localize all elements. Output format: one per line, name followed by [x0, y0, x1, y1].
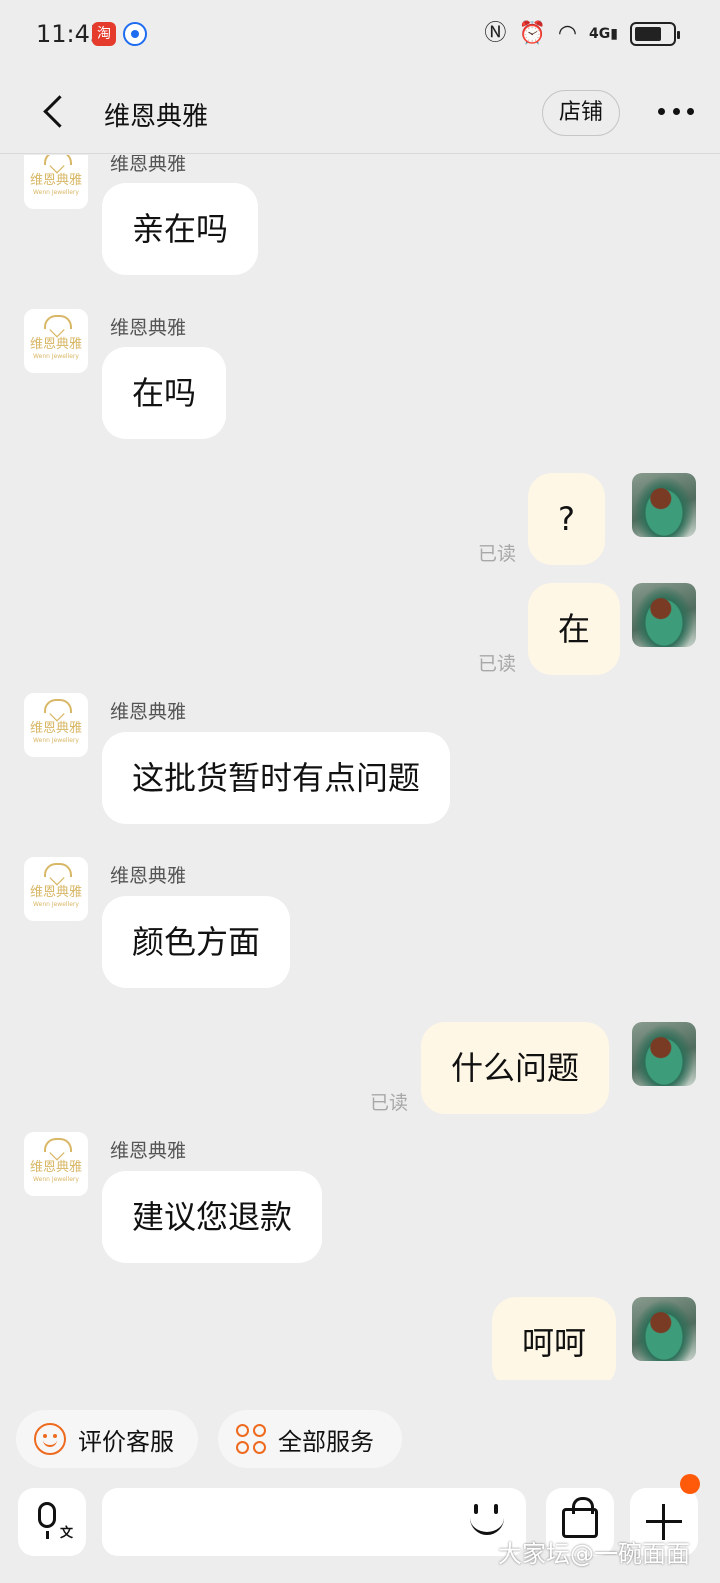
message-bubble-outgoing[interactable]: 什么问题: [421, 1022, 610, 1114]
shop-logo-text: 维恩典雅: [29, 173, 82, 188]
user-avatar[interactable]: [632, 473, 696, 537]
shop-logo-text: 维恩典雅: [29, 885, 82, 900]
signal-4g-icon: 4G▮: [589, 26, 618, 42]
page-title: 维恩典雅: [104, 102, 209, 132]
shop-logo-icon: [41, 699, 72, 719]
nfc-icon: Ⓝ: [484, 21, 507, 46]
sender-name: 维恩典雅: [110, 317, 187, 339]
read-status: 已读: [478, 653, 517, 675]
shop-logo-sub: Wenn Jewellery: [33, 1176, 79, 1183]
shop-logo-text: 维恩典雅: [29, 1160, 82, 1175]
shop-logo-sub: Wenn Jewellery: [33, 189, 79, 196]
sender-name: 维恩典雅: [110, 701, 187, 723]
wifi-icon: ◠: [557, 21, 578, 46]
shop-logo-text: 维恩典雅: [29, 721, 82, 736]
shop-avatar[interactable]: 维恩典雅 Wenn Jewellery: [24, 155, 88, 209]
message-list[interactable]: 维恩典雅 Wenn Jewellery 维恩典雅 亲在吗 维恩典雅 Wenn J…: [0, 155, 720, 1380]
sender-name: 维恩典雅: [110, 865, 187, 887]
message-bubble-incoming[interactable]: 亲在吗: [102, 183, 259, 275]
message-input[interactable]: [102, 1488, 526, 1556]
all-services-label: 全部服务: [278, 1427, 374, 1456]
voice-button[interactable]: 文: [18, 1488, 86, 1556]
sender-name: 维恩典雅: [110, 1140, 187, 1162]
shop-logo-sub: Wenn Jewellery: [33, 737, 79, 744]
shop-avatar[interactable]: 维恩典雅 Wenn Jewellery: [24, 309, 88, 373]
network-label: 4G: [589, 26, 611, 42]
all-services-button[interactable]: 全部服务: [218, 1410, 402, 1468]
back-button[interactable]: [38, 94, 74, 130]
shop-logo-icon: [41, 863, 72, 883]
notification-dot: [680, 1474, 700, 1494]
system-icons: Ⓝ ⏰ ◠ 4G▮: [484, 20, 680, 48]
smile-icon: [34, 1423, 66, 1455]
watermark: 大家坛@一碗面面: [498, 1540, 690, 1568]
input-bar: 文 大家坛@一碗面面: [0, 1474, 720, 1583]
message-bubble-incoming[interactable]: 颜色方面: [102, 896, 291, 988]
voice-to-text-label: 文: [60, 1526, 74, 1541]
read-status: 已读: [370, 1092, 409, 1114]
shop-logo-text: 维恩典雅: [29, 337, 82, 352]
shop-logo-sub: Wenn Jewellery: [33, 353, 79, 360]
alarm-icon: ⏰: [518, 21, 546, 46]
message-bubble-incoming[interactable]: 这批货暂时有点问题: [102, 732, 451, 824]
message-bubble-outgoing[interactable]: 呵呵: [492, 1297, 617, 1380]
rate-service-button[interactable]: 评价客服: [16, 1410, 198, 1468]
services-grid-icon: [236, 1424, 266, 1454]
taobao-notification-icon: 淘: [92, 22, 116, 46]
status-bar: 11:43 淘 Ⓝ ⏰ ◠ 4G▮: [0, 0, 720, 72]
read-status: 已读: [478, 543, 517, 565]
app-notification-icon: [123, 22, 147, 46]
shop-logo-icon: [41, 1138, 72, 1158]
shop-logo-sub: Wenn Jewellery: [33, 901, 79, 908]
shop-logo-icon: [41, 315, 72, 335]
more-options-icon[interactable]: [658, 108, 694, 116]
user-avatar[interactable]: [632, 1022, 696, 1086]
shop-avatar[interactable]: 维恩典雅 Wenn Jewellery: [24, 1132, 88, 1196]
message-bubble-incoming[interactable]: 在吗: [102, 347, 227, 439]
shop-button[interactable]: 店铺: [542, 90, 620, 136]
message-bubble-outgoing[interactable]: 在: [528, 583, 621, 675]
shop-avatar[interactable]: 维恩典雅 Wenn Jewellery: [24, 857, 88, 921]
message-bubble-outgoing[interactable]: ?: [528, 473, 605, 565]
rate-service-label: 评价客服: [78, 1427, 174, 1456]
sender-name: 维恩典雅: [110, 155, 187, 175]
battery-icon: [630, 22, 680, 46]
message-bubble-incoming[interactable]: 建议您退款: [102, 1171, 323, 1263]
user-avatar[interactable]: [632, 583, 696, 647]
shop-avatar[interactable]: 维恩典雅 Wenn Jewellery: [24, 693, 88, 757]
chat-header: 维恩典雅 店铺: [0, 72, 720, 154]
user-avatar[interactable]: [632, 1297, 696, 1361]
shop-logo-icon: [41, 155, 72, 171]
microphone-icon: [38, 1502, 56, 1539]
